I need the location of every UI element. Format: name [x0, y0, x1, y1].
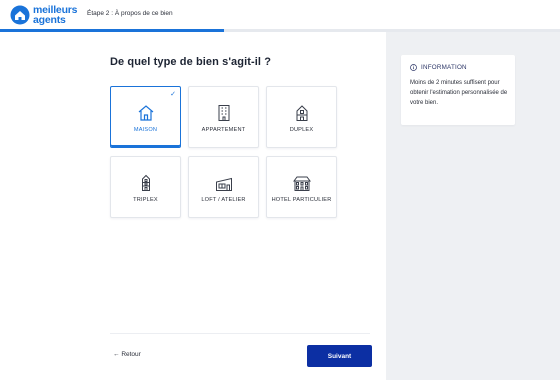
- type-card-label: LOFT / ATELIER: [201, 197, 246, 203]
- type-card-loft-atelier[interactable]: LOFT / ATELIER: [188, 156, 259, 218]
- type-card-duplex[interactable]: DUPLEX: [266, 86, 337, 148]
- logo-icon: [10, 5, 30, 25]
- info-title: INFORMATION: [421, 64, 467, 71]
- next-button[interactable]: Suivant: [307, 345, 372, 367]
- logo[interactable]: meilleurs agents: [10, 4, 78, 26]
- arrow-left-icon: ←: [113, 351, 120, 358]
- info-box: INFORMATION Moins de 2 minutes suffisent…: [401, 55, 515, 125]
- mansion-icon: [292, 176, 311, 191]
- house-icon: [138, 105, 153, 121]
- info-text: Moins de 2 minutes suffisent pour obteni…: [410, 80, 508, 106]
- page-title: De quel type de bien s'agit-il ?: [110, 56, 272, 68]
- footer-divider: [110, 333, 370, 334]
- triplex-icon: [141, 174, 150, 191]
- logo-wordmark: meilleurs agents: [33, 5, 78, 26]
- type-card-label: DUPLEX: [289, 127, 314, 133]
- type-card-maison[interactable]: ✓ MAISON: [110, 86, 181, 148]
- logo-line2: agents: [33, 14, 66, 26]
- type-card-label: APPARTEMENT: [201, 127, 246, 133]
- check-icon: ✓: [170, 91, 176, 98]
- type-card-label: TRIPLEX: [133, 197, 158, 203]
- header: meilleurs agents Étape 2 : À propos de c…: [0, 0, 560, 29]
- info-icon: [410, 64, 417, 71]
- type-card-label: HOTEL PARTICULIER: [271, 197, 332, 203]
- step-label: Étape 2 : À propos de ce bien: [87, 10, 173, 17]
- back-link[interactable]: ← Retour: [113, 351, 141, 358]
- type-card-label: MAISON: [133, 127, 158, 133]
- type-card-triplex[interactable]: TRIPLEX: [110, 156, 181, 218]
- loft-icon: [215, 177, 232, 191]
- type-card-appartement[interactable]: APPARTEMENT: [188, 86, 259, 148]
- apartment-building-icon: [218, 105, 229, 121]
- back-label: Retour: [121, 351, 141, 358]
- info-title-row: INFORMATION: [410, 64, 467, 71]
- type-card-hotel-particulier[interactable]: HOTEL PARTICULIER: [266, 156, 337, 218]
- duplex-icon: [296, 105, 307, 121]
